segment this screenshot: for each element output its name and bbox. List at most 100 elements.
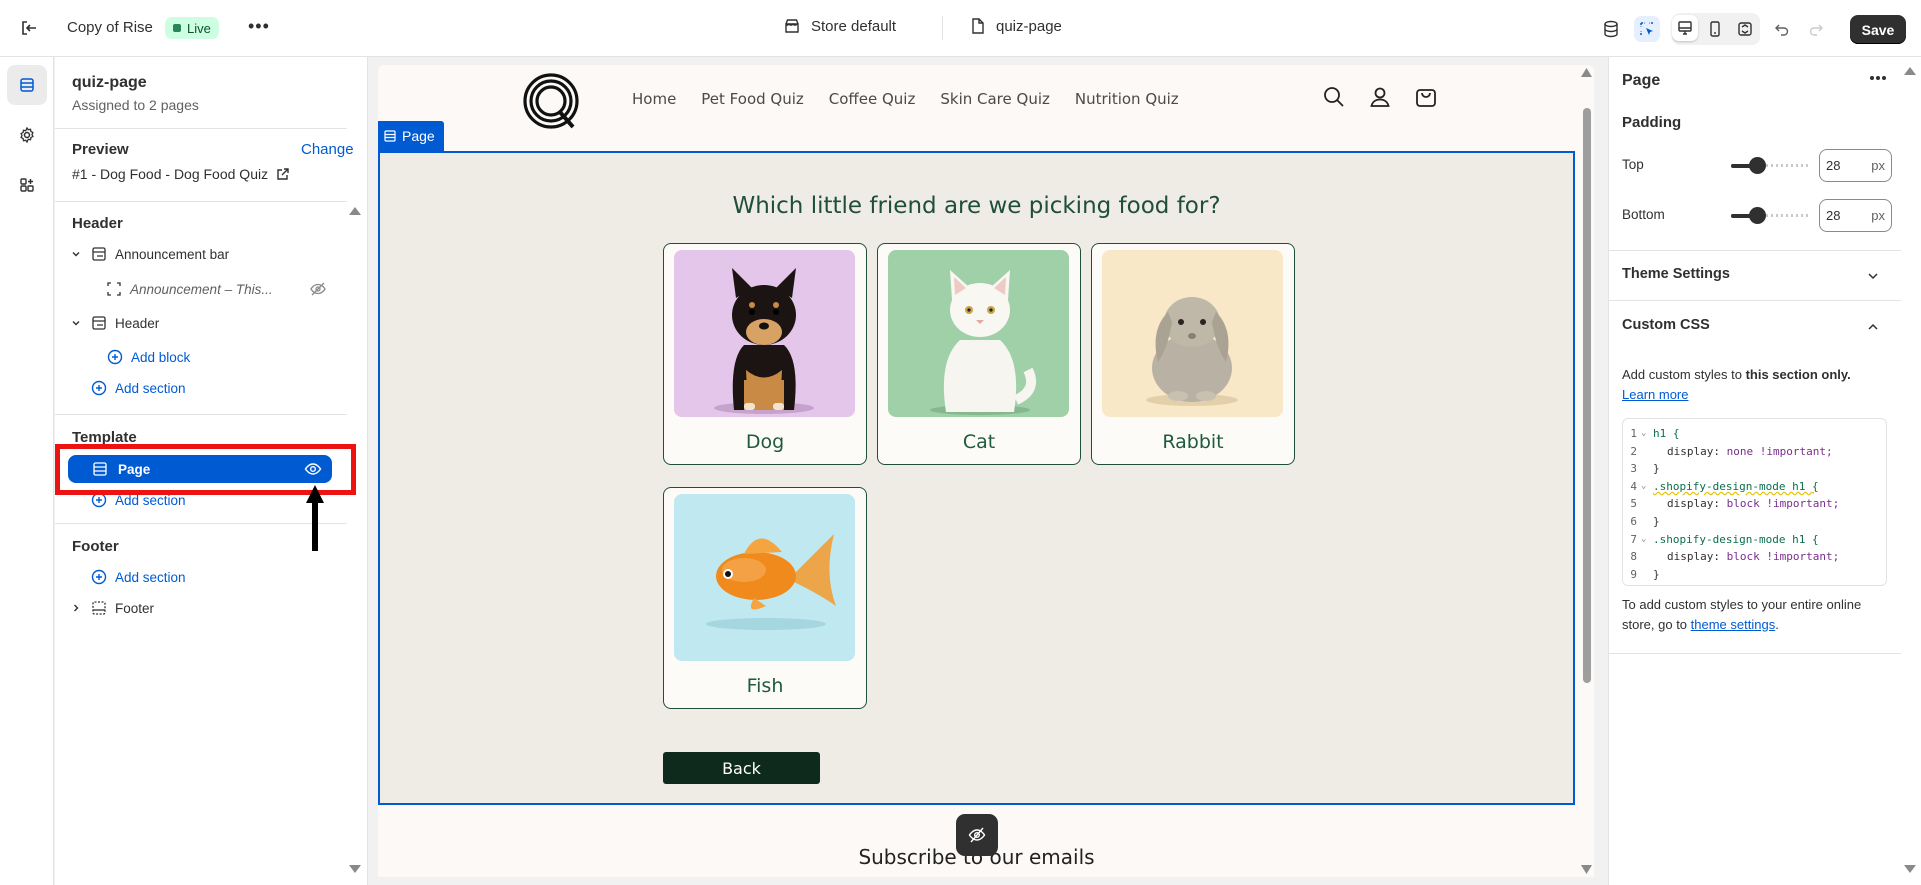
divider	[55, 523, 347, 524]
back-button[interactable]: Back	[663, 752, 820, 784]
code-text: .shopify-design-mode h1 {	[1653, 479, 1819, 493]
page-selector[interactable]: quiz-page	[970, 17, 1062, 35]
quiz-section[interactable]: Which little friend are we picking food …	[378, 151, 1575, 805]
bottom-padding-slider[interactable]	[1731, 206, 1811, 226]
nav-nutrition-quiz[interactable]: Nutrition Quiz	[1075, 90, 1179, 108]
sidebar-item-label: Announcement bar	[115, 246, 230, 262]
redo-icon[interactable]	[1803, 16, 1829, 42]
code-line: 6}	[1623, 513, 1886, 531]
add-section-label: Add section	[115, 569, 186, 585]
preview-value[interactable]: #1 - Dog Food - Dog Food Quiz	[72, 166, 289, 182]
option-card-rabbit[interactable]: Rabbit	[1091, 243, 1295, 465]
plus-circle-icon	[91, 569, 107, 585]
fullscreen-icon[interactable]	[1732, 16, 1758, 42]
more-actions-button[interactable]: •••	[248, 16, 270, 37]
option-card-dog[interactable]: Dog	[663, 243, 867, 465]
store-selector[interactable]: Store default	[783, 17, 896, 35]
code-text: block !important;	[1726, 550, 1840, 564]
selected-section-tag[interactable]: Page	[378, 121, 444, 151]
option-card-fish[interactable]: Fish	[663, 487, 867, 709]
change-preview-link[interactable]: Change	[301, 141, 354, 158]
slider-handle[interactable]	[1749, 157, 1766, 174]
option-label: Cat	[962, 431, 996, 453]
store-logo-icon[interactable]	[521, 71, 581, 131]
scroll-up-icon[interactable]	[1903, 65, 1917, 77]
sidebar-item-announcement-block[interactable]: Announcement – This...	[106, 277, 376, 301]
nav-coffee-quiz[interactable]: Coffee Quiz	[829, 90, 916, 108]
desc-text: Add custom styles to	[1622, 367, 1746, 382]
slider-handle[interactable]	[1749, 207, 1766, 224]
external-link-icon[interactable]	[276, 167, 289, 181]
desktop-icon[interactable]	[1672, 15, 1698, 41]
add-block-button[interactable]: Add block	[107, 345, 190, 369]
site-header: Home Pet Food Quiz Coffee Quiz Skin Care…	[378, 65, 1594, 150]
sidebar-item-header[interactable]: Header	[69, 311, 159, 335]
option-card-cat[interactable]: Cat	[877, 243, 1081, 465]
chevron-up-icon[interactable]	[1867, 322, 1879, 332]
css-code-editor[interactable]: 1 ⌄ h1 { 2 display: none !important; 3} 4 ⌄.…	[1622, 418, 1887, 586]
apps-icon[interactable]	[7, 165, 47, 205]
theme-settings-link[interactable]: theme settings	[1691, 617, 1776, 632]
cart-icon[interactable]	[1414, 85, 1438, 109]
code-line: 5 display: block !important;	[1623, 495, 1886, 513]
top-padding-input[interactable]: px	[1819, 149, 1892, 182]
fish-image	[674, 494, 855, 661]
divider	[942, 16, 943, 40]
chevron-down-icon[interactable]	[69, 249, 83, 259]
option-label: Dog	[745, 431, 785, 453]
cat-image	[888, 250, 1069, 417]
nav-pet-food-quiz[interactable]: Pet Food Quiz	[701, 90, 803, 108]
scroll-down-icon[interactable]	[348, 863, 362, 875]
sidebar-item-label: Header	[115, 315, 160, 331]
chevron-down-icon[interactable]	[69, 318, 83, 328]
header-icons	[1322, 85, 1438, 109]
store-label: Store default	[811, 17, 897, 35]
theme-name: Copy of Rise	[67, 19, 153, 36]
bottom-padding-value[interactable]	[1826, 208, 1862, 223]
learn-more-link[interactable]: Learn more	[1622, 387, 1688, 402]
bottom-padding-input[interactable]: px	[1819, 199, 1892, 232]
top-padding-slider[interactable]	[1731, 156, 1811, 176]
save-button[interactable]: Save	[1850, 15, 1906, 44]
sections-icon[interactable]	[7, 65, 47, 105]
add-section-header-button[interactable]: Add section	[91, 376, 186, 400]
top-padding-value[interactable]	[1826, 158, 1862, 173]
search-icon[interactable]	[1322, 85, 1346, 109]
hide-overlay-button[interactable]	[956, 814, 998, 856]
divider	[55, 201, 347, 202]
account-icon[interactable]	[1368, 85, 1392, 109]
code-text: }	[1653, 514, 1660, 528]
mobile-icon[interactable]	[1702, 16, 1728, 42]
note-text: .	[1775, 617, 1779, 632]
footer-group-label: Footer	[72, 538, 119, 555]
template-assignment: Assigned to 2 pages	[72, 97, 199, 113]
scroll-up-icon[interactable]	[348, 205, 362, 217]
nav-home[interactable]: Home	[632, 90, 676, 108]
chevron-right-icon[interactable]	[69, 603, 83, 613]
undo-icon[interactable]	[1769, 16, 1795, 42]
sidebar-item-announcement-bar[interactable]: Announcement bar	[69, 242, 229, 266]
add-section-label: Add section	[115, 380, 186, 396]
more-options-icon[interactable]	[1869, 75, 1887, 81]
top-padding-label: Top	[1622, 157, 1644, 172]
sidebar-item-label: Footer	[115, 600, 155, 616]
settings-gear-icon[interactable]	[7, 115, 47, 155]
exit-icon[interactable]	[18, 17, 40, 39]
theme-settings-toggle[interactable]: Theme Settings	[1622, 266, 1730, 282]
annotation-arrow-icon	[306, 485, 324, 551]
preview-scrollbar-thumb[interactable]	[1583, 108, 1591, 683]
add-section-footer-button[interactable]: Add section	[91, 565, 186, 589]
chevron-down-icon[interactable]	[1867, 271, 1879, 281]
code-line: 7 ⌄ .shopify-design-mode h1 {	[1623, 531, 1886, 549]
desc-bold: this section only.	[1745, 367, 1851, 382]
custom-css-toggle[interactable]: Custom CSS	[1622, 317, 1710, 333]
option-label: Fish	[746, 675, 784, 697]
nav-skin-care-quiz[interactable]: Skin Care Quiz	[940, 90, 1050, 108]
code-line: 4 ⌄ .shopify-design-mode h1 {	[1623, 478, 1886, 496]
inspector-icon[interactable]	[1634, 16, 1660, 42]
database-icon[interactable]	[1598, 16, 1624, 42]
scroll-down-icon[interactable]	[1903, 863, 1917, 875]
sidebar-item-footer[interactable]: Footer	[69, 596, 154, 620]
hidden-eye-icon[interactable]	[310, 282, 326, 296]
settings-panel: Page Padding Top px Bottom px Theme Sett…	[1608, 57, 1921, 885]
